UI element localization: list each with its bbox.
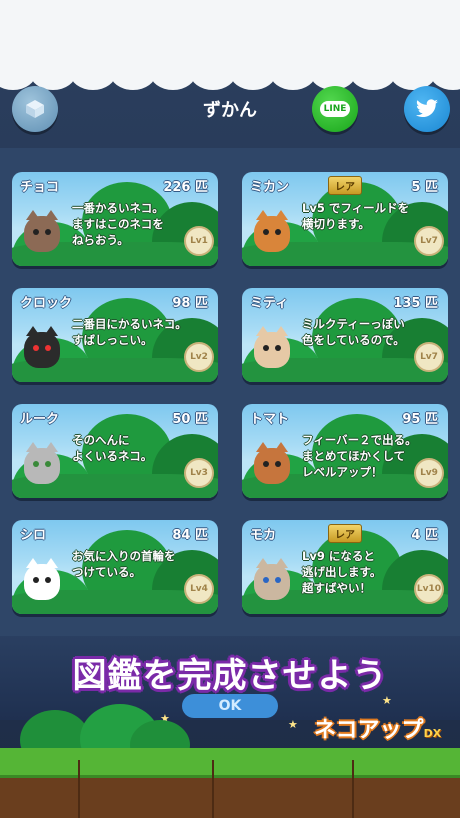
cat-card[interactable]: トマト 95 匹 フィーバー２で出る。 まとめてほかくして レベルアップ！ Lv… xyxy=(242,404,448,498)
grass-strip xyxy=(0,748,460,778)
level-badge: Lv9 xyxy=(414,458,444,488)
cat-card[interactable]: ルーク 50 匹 そのへんに よくいるネコ。 Lv3 xyxy=(12,404,218,498)
cat-count: 135 匹 xyxy=(393,296,438,311)
cat-card[interactable]: シロ 84 匹 お気に入りの首輪を つけている。 Lv4 xyxy=(12,520,218,614)
line-icon: LINE xyxy=(319,101,351,117)
promo-banner-text: 図鑑を完成させよう xyxy=(72,656,388,696)
level-badge: Lv7 xyxy=(414,342,444,372)
cat-card[interactable]: モカ レア 4 匹 Lv9 になると 逃げ出します。 超すばやい！ Lv10 xyxy=(242,520,448,614)
cat-icon xyxy=(254,558,290,600)
cat-icon xyxy=(254,326,290,368)
level-badge: Lv1 xyxy=(184,226,214,256)
cat-name: チョコ xyxy=(20,180,60,195)
page-title: ずかん xyxy=(203,100,257,121)
top-bar: ずかん LINE xyxy=(0,78,460,142)
cat-icon xyxy=(24,558,60,600)
cat-name: ルーク xyxy=(20,412,60,427)
cat-count: 5 匹 xyxy=(411,180,438,195)
cat-card[interactable]: ミティ 135 匹 ミルクティーっぽい 色をしているので。 Lv7 xyxy=(242,288,448,382)
rare-badge: レア xyxy=(328,176,362,195)
cat-card[interactable]: ミカン レア 5 匹 Lv5 でフィールドを 横切ります。 Lv7 xyxy=(242,172,448,266)
level-badge: Lv2 xyxy=(184,342,214,372)
cat-count: 4 匹 xyxy=(411,528,438,543)
cat-name: シロ xyxy=(20,528,47,543)
cat-name: ミティ xyxy=(250,296,289,311)
rare-badge: レア xyxy=(328,524,362,543)
cat-count: 226 匹 xyxy=(163,180,208,195)
cat-card[interactable]: チョコ 226 匹 一番かるいネコ。 ますはこのネコを ねらおう。 Lv1 xyxy=(12,172,218,266)
line-share-button[interactable]: LINE xyxy=(312,86,358,132)
cat-name: ミカン xyxy=(250,180,290,195)
cat-icon xyxy=(24,210,60,252)
twitter-bird-icon xyxy=(416,99,438,118)
level-badge: Lv4 xyxy=(184,574,214,604)
level-badge: Lv3 xyxy=(184,458,214,488)
cat-icon xyxy=(254,210,290,252)
cat-name: クロック xyxy=(20,296,73,311)
twitter-share-button[interactable] xyxy=(404,86,450,132)
cat-count: 98 匹 xyxy=(172,296,208,311)
cat-count: 84 匹 xyxy=(172,528,208,543)
cat-icon xyxy=(24,326,60,368)
logo-suffix: DX xyxy=(423,727,442,740)
cloud-header xyxy=(0,0,460,90)
cat-icon xyxy=(24,442,60,484)
cat-count: 95 匹 xyxy=(402,412,438,427)
level-badge: Lv7 xyxy=(414,226,444,256)
logo-text: ネコアップ xyxy=(314,718,424,743)
game-logo: ネコアップDX xyxy=(314,712,441,744)
cat-name: モカ xyxy=(250,528,277,543)
cat-name: トマト xyxy=(250,412,290,427)
cat-count: 50 匹 xyxy=(172,412,208,427)
level-badge: Lv10 xyxy=(414,574,444,604)
cat-card[interactable]: クロック 98 匹 二番目にかるいネコ。 すばしっこい。 Lv2 xyxy=(12,288,218,382)
cat-icon xyxy=(254,442,290,484)
